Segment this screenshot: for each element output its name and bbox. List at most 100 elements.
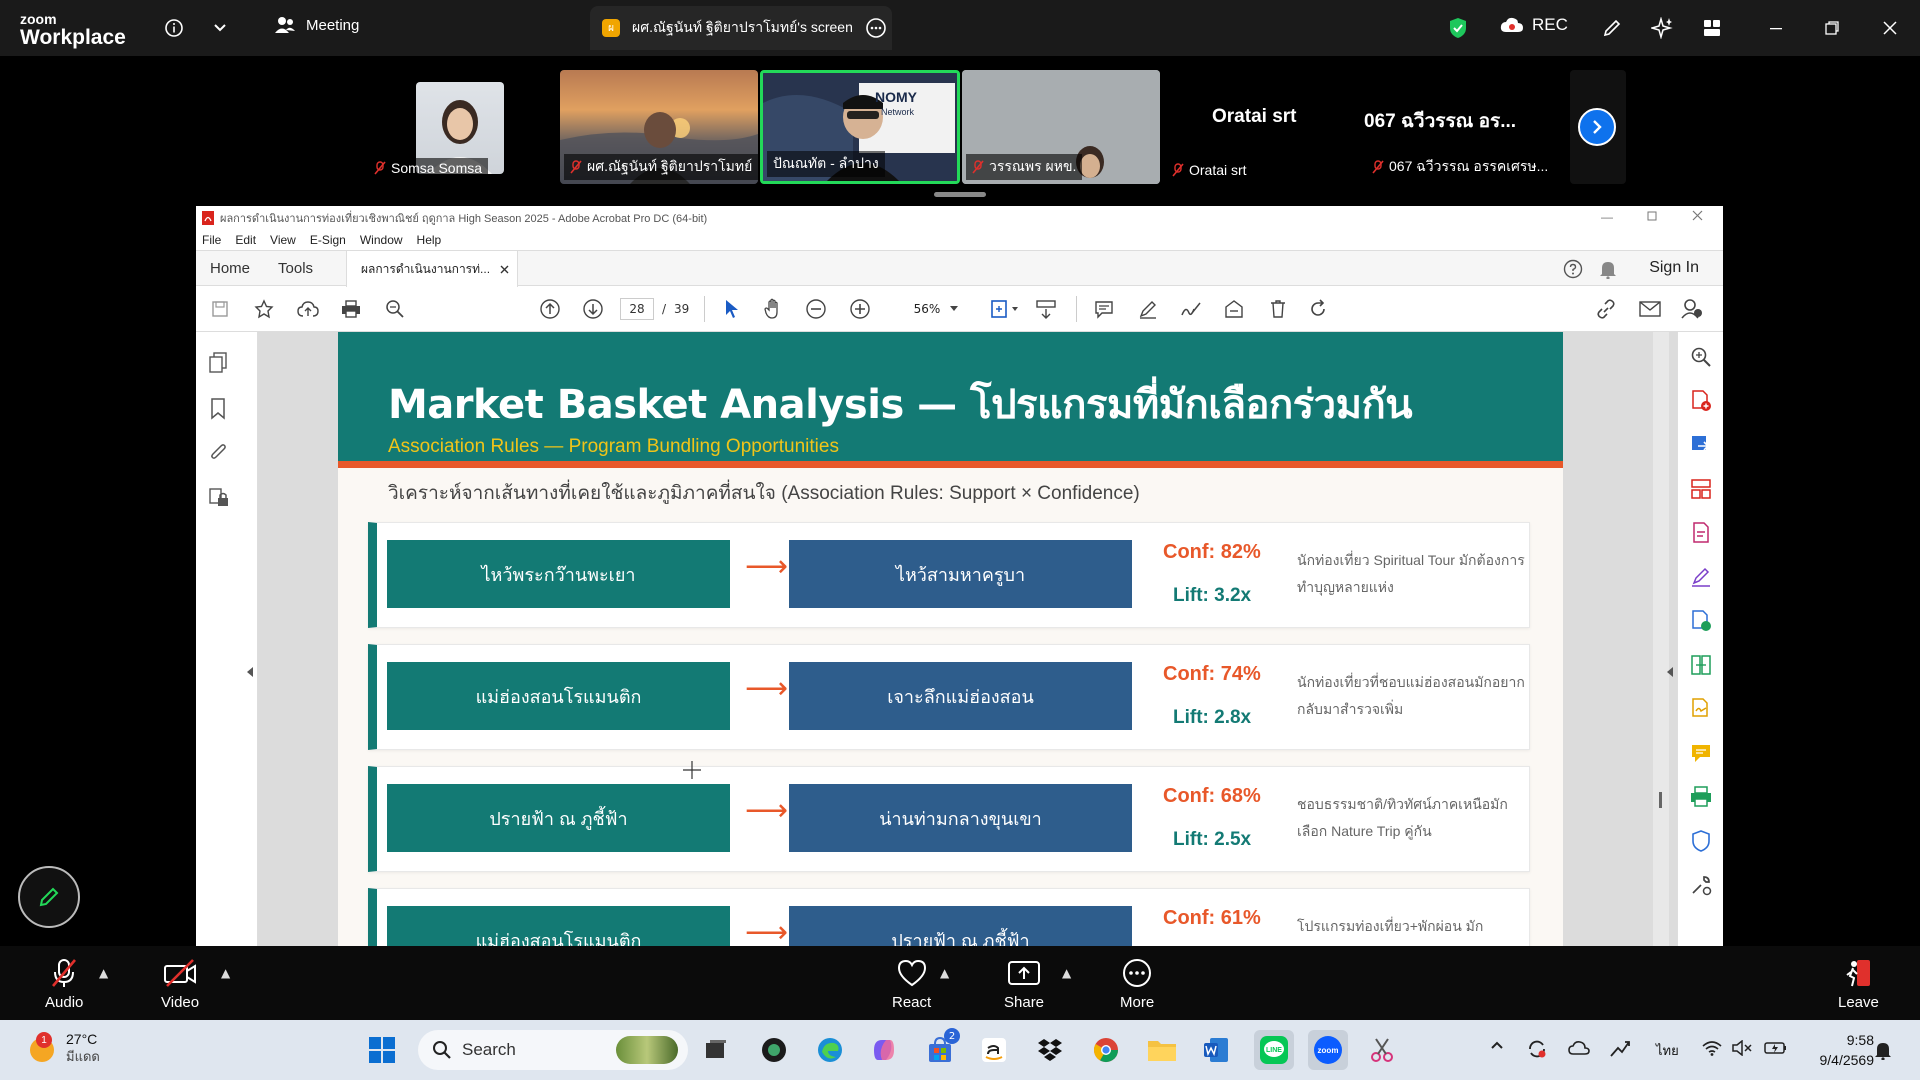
document-view[interactable]: Market Basket Analysis — โปรแกรมที่มักเล…: [258, 332, 1677, 946]
meeting-menu[interactable]: Meeting: [274, 16, 359, 34]
taskbar-clock[interactable]: 9:58 9/4/2569: [1820, 1030, 1875, 1070]
onedrive-cloud-icon[interactable]: [1568, 1040, 1590, 1056]
combine-files-icon[interactable]: [1690, 654, 1712, 676]
zoom-level-select[interactable]: 56%: [906, 298, 966, 320]
video-options-caret[interactable]: ▲: [221, 966, 230, 980]
amazon-icon[interactable]: [978, 1034, 1010, 1066]
network-status-icon[interactable]: [1608, 1038, 1632, 1060]
screen-share-tab[interactable]: ผ ผศ.ณัฐนันท์ ฐิติยาปราโมทย์'s screen: [590, 6, 892, 50]
battery-icon[interactable]: [1764, 1040, 1788, 1056]
file-explorer-icon[interactable]: [1146, 1034, 1178, 1066]
task-view-icon[interactable]: [700, 1034, 732, 1066]
copilot-icon[interactable]: [868, 1034, 900, 1066]
fit-page-icon[interactable]: [988, 297, 1022, 321]
restore-icon[interactable]: [1818, 14, 1846, 42]
close-tab-icon[interactable]: [500, 265, 509, 274]
zoom-search-icon[interactable]: [1690, 346, 1712, 368]
menu-esign[interactable]: E-Sign: [310, 233, 346, 247]
sync-icon[interactable]: [1526, 1038, 1548, 1060]
microsoft-store-icon[interactable]: 2: [924, 1028, 960, 1066]
email-icon[interactable]: [1638, 297, 1662, 321]
tab-document[interactable]: ผลการดำเนินงานการท่...: [346, 251, 518, 287]
organize-pages-icon[interactable]: [1690, 478, 1712, 500]
collapse-left-pane-icon[interactable]: [246, 666, 254, 678]
comment-tool-icon[interactable]: [1690, 742, 1712, 764]
acrobat-close-icon[interactable]: [1692, 210, 1703, 221]
collapse-right-pane-icon[interactable]: [1666, 666, 1674, 678]
help-icon[interactable]: [1563, 259, 1583, 279]
export-pdf-icon[interactable]: [1690, 434, 1712, 456]
audio-options-caret[interactable]: ▲: [99, 966, 108, 980]
chrome-browser-icon[interactable]: [1090, 1034, 1122, 1066]
participant-tile[interactable]: วรรณพร ผหข.: [962, 70, 1160, 184]
page-number-input[interactable]: 28: [620, 298, 654, 320]
acrobat-restore-icon[interactable]: [1647, 211, 1657, 221]
next-participants-button[interactable]: [1578, 108, 1616, 146]
notification-bell-icon[interactable]: [1874, 1040, 1892, 1060]
share-button[interactable]: Share: [1004, 958, 1044, 1011]
participant-tile-active-speaker[interactable]: NOMY Network ปัณณทัต - ลำปาง: [760, 70, 960, 184]
hand-tool-icon[interactable]: [762, 297, 786, 321]
menu-file[interactable]: File: [202, 233, 221, 247]
start-windows-icon[interactable]: [366, 1034, 398, 1066]
zoom-in-icon[interactable]: [848, 297, 872, 321]
recording-indicator[interactable]: REC: [1500, 15, 1568, 35]
taskbar-search[interactable]: Search: [418, 1030, 688, 1070]
tab-home[interactable]: Home: [196, 260, 264, 277]
leave-button[interactable]: Leave: [1838, 958, 1879, 1011]
zoom-app-icon[interactable]: zoom: [1308, 1030, 1348, 1070]
participant-tile[interactable]: 067 ฉวีวรรณ อร... 067 ฉวีวรรณ อรรคเศรษ..…: [1362, 70, 1560, 184]
chevron-down-icon[interactable]: [206, 14, 234, 42]
close-icon[interactable]: [1876, 14, 1904, 42]
scrollbar-thumb[interactable]: [1659, 792, 1662, 808]
acrobat-minimize-icon[interactable]: —: [1601, 210, 1613, 224]
minimize-icon[interactable]: [1762, 14, 1790, 42]
fill-and-sign-icon[interactable]: [1690, 566, 1712, 588]
menu-help[interactable]: Help: [417, 233, 442, 247]
next-page-icon[interactable]: [581, 297, 605, 321]
menu-view[interactable]: View: [270, 233, 296, 247]
create-pdf-icon[interactable]: [1690, 390, 1712, 412]
protect-shield-icon[interactable]: [1690, 830, 1712, 852]
line-app-icon[interactable]: LINE: [1254, 1030, 1294, 1070]
more-tools-wrench-icon[interactable]: [1690, 874, 1712, 896]
annotate-floating-button[interactable]: [18, 866, 80, 928]
more-button[interactable]: More: [1120, 958, 1154, 1011]
notification-bell-icon[interactable]: [1599, 259, 1617, 279]
highlight-pen-icon[interactable]: [1136, 297, 1160, 321]
menu-edit[interactable]: Edit: [235, 233, 256, 247]
wifi-icon[interactable]: [1702, 1040, 1722, 1056]
share-link-icon[interactable]: [1594, 297, 1618, 321]
weather-widget[interactable]: 1 27°C มีแดด: [28, 1030, 100, 1066]
speaker-muted-icon[interactable]: [1732, 1040, 1754, 1056]
video-button[interactable]: Video: [161, 958, 199, 1011]
participant-tile[interactable]: Oratai srt Oratai srt: [1162, 70, 1360, 184]
react-options-caret[interactable]: ▲: [940, 966, 949, 980]
sign-in-link[interactable]: Sign In: [1649, 259, 1699, 277]
bookmark-star-icon[interactable]: [252, 297, 276, 321]
audio-button[interactable]: Audio: [45, 958, 83, 1011]
input-language-indicator[interactable]: ไทย: [1656, 1040, 1679, 1061]
fill-sign-icon[interactable]: [1179, 297, 1203, 321]
word-icon[interactable]: [1200, 1034, 1232, 1066]
print-production-icon[interactable]: [1690, 786, 1712, 808]
previous-page-icon[interactable]: [538, 297, 562, 321]
page-thumbnails-icon[interactable]: [208, 352, 228, 374]
ai-companion-icon[interactable]: [1648, 14, 1676, 42]
apps-icon[interactable]: [1698, 14, 1726, 42]
scroll-mode-icon[interactable]: [1034, 297, 1058, 321]
strip-resize-handle[interactable]: [934, 192, 986, 197]
menu-window[interactable]: Window: [360, 233, 403, 247]
zoom-out-icon[interactable]: [804, 297, 828, 321]
more-options-icon[interactable]: [865, 17, 887, 39]
share-options-caret[interactable]: ▲: [1062, 966, 1071, 980]
info-icon[interactable]: [160, 14, 188, 42]
undo-rotate-icon[interactable]: [1306, 297, 1330, 321]
tab-tools[interactable]: Tools: [264, 260, 327, 277]
participant-tile[interactable]: ผศ.ณัฐนันท์ ฐิติยาปราโมทย์: [560, 70, 758, 184]
compress-pdf-icon[interactable]: [1690, 610, 1712, 632]
vertical-scrollbar[interactable]: [1653, 332, 1669, 946]
stamp-tag-icon[interactable]: [1222, 297, 1246, 321]
encryption-shield-icon[interactable]: [1444, 14, 1472, 42]
attachments-icon[interactable]: [209, 442, 227, 464]
